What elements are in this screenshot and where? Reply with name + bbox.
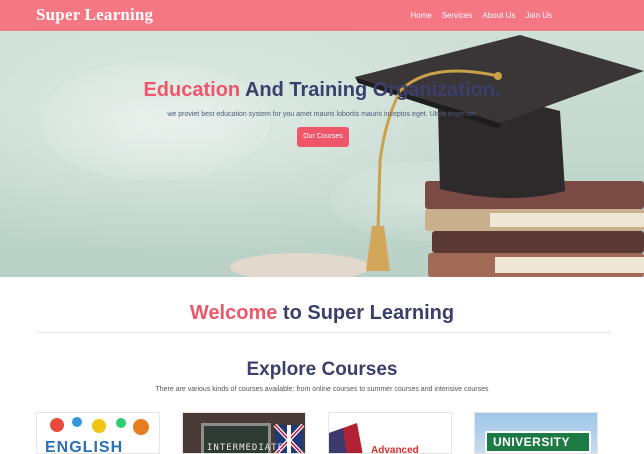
nav-link-join-us[interactable]: Join Us — [525, 11, 552, 20]
brand-logo[interactable]: Super Learning — [36, 5, 153, 25]
course-card-label: INTERMEDIATE — [207, 443, 285, 453]
nav-link-services[interactable]: Services — [442, 11, 473, 20]
course-card-label: Advanced — [371, 445, 419, 454]
course-card-english[interactable]: ENGLISH — [36, 412, 160, 454]
course-card-label: ENGLISH — [45, 439, 124, 454]
our-courses-button[interactable]: Our Courses — [297, 127, 349, 147]
welcome-heading: Welcome to Super Learning — [0, 302, 644, 325]
nav-menu: Home Services About Us Join Us — [410, 11, 552, 20]
welcome-rest: to Super Learning — [277, 302, 455, 324]
hero-title-rest: And Training Organization. — [240, 79, 501, 101]
hero-title: Education And Training Organization. — [0, 79, 644, 102]
section-divider — [36, 332, 611, 333]
explore-courses-heading: Explore Courses — [246, 359, 398, 380]
course-card-university[interactable]: UNIVERSITY — [474, 412, 598, 454]
welcome-accent: Welcome — [189, 302, 278, 324]
graduation-cap-and-books-illustration — [230, 35, 644, 277]
course-card-label: UNIVERSITY — [493, 435, 571, 449]
nav-link-home[interactable]: Home — [410, 11, 431, 20]
course-card-intermediate[interactable]: INTERMEDIATE — [182, 412, 306, 454]
explore-courses-subtitle: There are various kinds of courses avail… — [155, 386, 489, 393]
hero-title-accent: Education — [143, 79, 241, 101]
navbar: Super Learning Home Services About Us Jo… — [0, 0, 644, 31]
hero-subtitle: we proviet best education system for you… — [167, 111, 477, 118]
nav-link-about-us[interactable]: About Us — [482, 11, 515, 20]
course-card-advanced[interactable]: Advanced — [328, 412, 452, 454]
hero-banner: Education And Training Organization. we … — [0, 31, 644, 277]
